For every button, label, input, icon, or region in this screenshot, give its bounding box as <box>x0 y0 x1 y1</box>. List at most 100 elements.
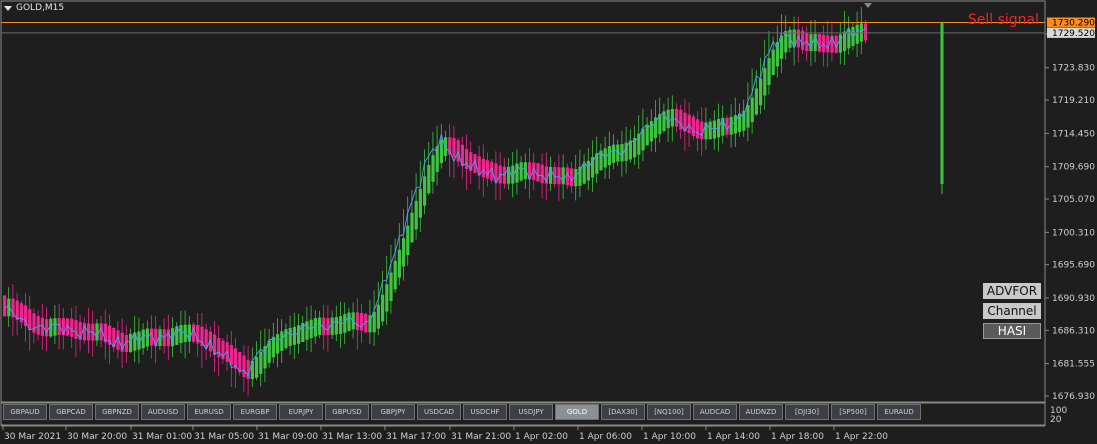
candle-body <box>305 321 309 340</box>
symbol-tab-euraud[interactable]: EURAUD <box>877 404 921 420</box>
candle-body <box>204 329 208 349</box>
candle-body <box>864 23 868 41</box>
candle-body <box>414 200 418 230</box>
candle-body <box>70 318 74 337</box>
candle-body <box>410 212 414 243</box>
current-price-label: 1730.290 <box>1052 19 1095 29</box>
symbol-tab-gbpusd[interactable]: GBPUSD <box>325 404 369 420</box>
candle-body <box>242 355 246 377</box>
candle-body <box>393 260 397 290</box>
symbol-tab-nq100[interactable]: [NQ100] <box>647 404 691 420</box>
price-tick-label: 1676.930 <box>1052 392 1095 402</box>
candle-body <box>276 334 280 354</box>
candle-body <box>36 315 40 335</box>
candle-body <box>771 49 775 75</box>
chart-canvas[interactable]: 1729.520 1723.830 1719.210 1714.450 1709.690… <box>0 0 1097 444</box>
candle-body <box>372 311 376 333</box>
close-price-line <box>4 25 866 377</box>
candle-body <box>519 162 523 181</box>
symbol-tab-usdjpy[interactable]: USDJPY <box>509 404 553 420</box>
symbol-tab-eurusd[interactable]: EURUSD <box>187 404 231 420</box>
candle-body <box>645 124 649 146</box>
time-tick-label: 1 Apr 14:00 <box>707 432 760 442</box>
hasi-button[interactable]: HASI <box>983 323 1041 339</box>
candle-body <box>385 284 389 312</box>
candle-body <box>326 318 330 335</box>
time-tick-label: 30 Mar 2021 <box>4 432 61 442</box>
candle-body <box>738 113 742 132</box>
candle-body <box>767 58 771 85</box>
symbol-tab-audnzd[interactable]: AUDNZD <box>739 404 783 420</box>
candle-body <box>179 325 183 344</box>
price-chart[interactable]: 1729.520 1723.830 1719.210 1714.450 1709.690… <box>0 0 1097 444</box>
symbol-tab-audcad[interactable]: AUDCAD <box>693 404 737 420</box>
symbol-tab-dji30[interactable]: [DJI30] <box>785 404 829 420</box>
candle-body <box>696 119 700 139</box>
candle-body <box>452 137 456 158</box>
candle-body <box>360 313 364 331</box>
candle-body <box>582 163 586 184</box>
candle-body <box>557 167 561 185</box>
chart-title: GOLD,M15 <box>4 3 64 13</box>
candle-body <box>712 120 716 139</box>
candle-body <box>540 164 544 184</box>
price-tick-label: 1714.450 <box>1052 129 1095 139</box>
candle-body <box>313 318 317 337</box>
symbol-tab-eurgbp[interactable]: EURGBP <box>233 404 277 420</box>
candle-body <box>3 295 7 317</box>
time-tick-label: 31 Mar 09:00 <box>258 432 318 442</box>
candle-body <box>536 163 540 182</box>
candle-body <box>318 317 322 335</box>
symbol-tab-audusd[interactable]: AUDUSD <box>141 404 185 420</box>
candle-body <box>129 333 133 353</box>
candle-body <box>838 34 842 53</box>
candle-body <box>801 30 805 50</box>
price-tick-label: 1681.555 <box>1052 360 1095 370</box>
price-tick-label: 1709.690 <box>1052 163 1095 173</box>
symbol-tab-dax30[interactable]: [DAX30] <box>601 404 645 420</box>
time-tick-label: 31 Mar 21:00 <box>451 432 511 442</box>
symbol-tabs-bar: GBPAUD GBPCAD GBPNZD AUDUSD EURUSD EURGBP EURJ… <box>3 404 921 420</box>
candle-body <box>376 304 380 329</box>
symbol-tab-gbpaud[interactable]: GBPAUD <box>3 404 47 420</box>
time-tick-label: 1 Apr 02:00 <box>515 432 568 442</box>
channel-button[interactable]: Channel <box>983 303 1041 319</box>
candle-body <box>750 97 754 123</box>
symbol-tab-gbpcad[interactable]: GBPCAD <box>49 404 93 420</box>
candle-body <box>855 24 859 44</box>
candle-body <box>570 168 574 187</box>
candle-body <box>292 327 296 345</box>
candle-body <box>334 317 338 335</box>
candle-body <box>406 225 410 256</box>
symbol-tab-gbpnzd[interactable]: GBPNZD <box>95 404 139 420</box>
price-tick-label: 1700.310 <box>1052 228 1095 238</box>
symbol-tab-gold[interactable]: GOLD <box>555 404 599 420</box>
symbol-tab-eurjpy[interactable]: EURJPY <box>279 404 323 420</box>
candle-body <box>271 336 275 358</box>
candle-body <box>822 34 826 53</box>
candle-body <box>402 238 406 267</box>
advfor-button[interactable]: ADVFOR <box>983 283 1041 299</box>
candle-body <box>759 78 763 106</box>
candle-body <box>330 317 334 335</box>
candle-body <box>486 160 490 179</box>
symbol-tab-usdcad[interactable]: USDCAD <box>417 404 461 420</box>
time-tick-label: 31 Mar 17:00 <box>386 432 446 442</box>
candle-body <box>418 188 422 218</box>
candle-body <box>95 323 99 341</box>
candle-body <box>612 144 616 163</box>
candle-body <box>465 149 469 170</box>
symbol-tab-usdchf[interactable]: USDCHF <box>463 404 507 420</box>
chevron-down-icon[interactable] <box>4 5 12 11</box>
symbol-timeframe-label: GOLD,M15 <box>16 3 65 13</box>
symbol-tab-gbpjpy[interactable]: GBPJPY <box>371 404 415 420</box>
time-tick-label: 31 Mar 05:00 <box>194 432 254 442</box>
symbol-tab-sp500[interactable]: [SP500] <box>831 404 875 420</box>
scroll-marker-icon <box>864 3 872 8</box>
candle-body <box>561 167 565 185</box>
time-tick-label: 31 Mar 01:00 <box>132 432 192 442</box>
candle-body <box>53 318 57 336</box>
candle-body <box>662 111 666 131</box>
candle-body <box>423 176 427 206</box>
candle-body <box>255 357 259 378</box>
